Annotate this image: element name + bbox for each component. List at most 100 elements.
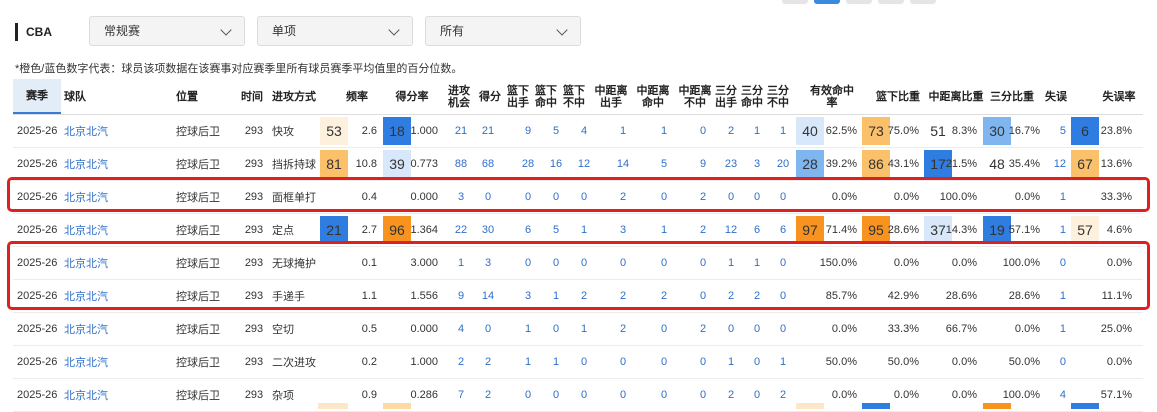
cell-three-fgm[interactable]: 1 xyxy=(747,115,767,147)
cell-three-miss[interactable]: 0 xyxy=(773,247,793,279)
cell-rim-miss[interactable]: 2 xyxy=(574,280,594,312)
cell-mid-fgm[interactable]: 1 xyxy=(654,214,674,246)
cell-points[interactable]: 2 xyxy=(478,346,498,378)
cell-possessions[interactable]: 9 xyxy=(451,280,471,312)
cell-mid-fga[interactable]: 1 xyxy=(613,115,633,147)
cell-points[interactable]: 0 xyxy=(478,181,498,213)
cell-possessions[interactable]: 7 xyxy=(451,379,471,411)
cell-three-fga[interactable]: 2 xyxy=(721,379,741,411)
cell-team[interactable]: 北京北汽 xyxy=(64,148,164,180)
split-select[interactable]: 单项 xyxy=(257,16,413,46)
cell-turnovers[interactable]: 5 xyxy=(1043,115,1069,147)
page-button[interactable] xyxy=(782,0,808,4)
header-three-fgm[interactable]: 三分命中 xyxy=(739,79,765,114)
header-mid-share[interactable]: 中距离比重 xyxy=(921,79,991,114)
cell-mid-fgm[interactable]: 2 xyxy=(654,280,674,312)
cell-team[interactable]: 北京北汽 xyxy=(64,214,164,246)
header-mid-fgm[interactable]: 中距离命中 xyxy=(632,79,674,114)
cell-rim-fgm[interactable]: 1 xyxy=(546,280,566,312)
cell-rim-fga[interactable]: 9 xyxy=(518,115,538,147)
header-ppp[interactable]: 得分率 xyxy=(383,79,441,114)
cell-three-fga[interactable]: 0 xyxy=(721,313,741,345)
cell-three-fgm[interactable]: 3 xyxy=(747,148,767,180)
cell-three-miss[interactable]: 0 xyxy=(773,313,793,345)
cell-rim-fgm[interactable]: 0 xyxy=(546,313,566,345)
cell-rim-miss[interactable]: 12 xyxy=(574,148,594,180)
cell-three-fga[interactable]: 23 xyxy=(721,148,741,180)
header-rim-fga[interactable]: 篮下出手 xyxy=(504,79,532,114)
cell-mid-fga[interactable]: 2 xyxy=(613,313,633,345)
cell-turnovers[interactable]: 1 xyxy=(1043,313,1069,345)
cell-turnovers[interactable]: 0 xyxy=(1043,247,1069,279)
cell-rim-miss[interactable]: 1 xyxy=(574,214,594,246)
cell-turnovers[interactable]: 1 xyxy=(1043,181,1069,213)
header-mid-miss[interactable]: 中距离不中 xyxy=(674,79,716,114)
cell-mid-fgm[interactable]: 0 xyxy=(654,247,674,279)
cell-possessions[interactable]: 21 xyxy=(451,115,471,147)
cell-rim-fga[interactable]: 6 xyxy=(518,214,538,246)
header-three-fga[interactable]: 三分出手 xyxy=(713,79,739,114)
cell-three-fgm[interactable]: 0 xyxy=(747,313,767,345)
cell-team[interactable]: 北京北汽 xyxy=(64,247,164,279)
header-rim-fgm[interactable]: 篮下命中 xyxy=(532,79,560,114)
cell-points[interactable]: 21 xyxy=(478,115,498,147)
cell-possessions[interactable]: 2 xyxy=(451,346,471,378)
cell-rim-fga[interactable]: 1 xyxy=(518,313,538,345)
cell-points[interactable]: 14 xyxy=(478,280,498,312)
cell-three-fga[interactable]: 12 xyxy=(721,214,741,246)
header-frequency[interactable]: 频率 xyxy=(331,79,383,114)
cell-mid-fga[interactable]: 2 xyxy=(613,280,633,312)
header-efg[interactable]: 有效命中率 xyxy=(808,79,856,114)
header-three-miss[interactable]: 三分不中 xyxy=(765,79,791,114)
cell-possessions[interactable]: 4 xyxy=(451,313,471,345)
cell-rim-fgm[interactable]: 0 xyxy=(546,379,566,411)
page-button[interactable] xyxy=(846,0,872,4)
cell-three-miss[interactable]: 0 xyxy=(773,181,793,213)
cell-three-fga[interactable]: 0 xyxy=(721,181,741,213)
cell-turnovers[interactable]: 4 xyxy=(1043,379,1069,411)
cell-rim-fga[interactable]: 0 xyxy=(518,181,538,213)
header-three-share[interactable]: 三分比重 xyxy=(985,79,1039,114)
cell-mid-miss[interactable]: 0 xyxy=(693,247,713,279)
cell-mid-miss[interactable]: 0 xyxy=(693,346,713,378)
cell-mid-miss[interactable]: 0 xyxy=(693,115,713,147)
cell-turnovers[interactable]: 1 xyxy=(1043,214,1069,246)
cell-possessions[interactable]: 1 xyxy=(451,247,471,279)
cell-mid-fgm[interactable]: 0 xyxy=(654,181,674,213)
header-mid-fga[interactable]: 中距离出手 xyxy=(590,79,632,114)
header-rim-miss[interactable]: 篮下不中 xyxy=(560,79,588,114)
cell-mid-fga[interactable]: 0 xyxy=(613,379,633,411)
header-points[interactable]: 得分 xyxy=(476,79,504,114)
cell-rim-fga[interactable]: 0 xyxy=(518,379,538,411)
cell-team[interactable]: 北京北汽 xyxy=(64,280,164,312)
header-time[interactable]: 时间 xyxy=(238,79,266,114)
cell-rim-miss[interactable]: 0 xyxy=(574,379,594,411)
cell-points[interactable]: 2 xyxy=(478,379,498,411)
scope-select[interactable]: 所有 xyxy=(425,16,581,46)
cell-three-fgm[interactable]: 0 xyxy=(747,346,767,378)
cell-rim-fgm[interactable]: 5 xyxy=(546,214,566,246)
cell-rim-fga[interactable]: 0 xyxy=(518,247,538,279)
cell-three-miss[interactable]: 1 xyxy=(773,346,793,378)
cell-team[interactable]: 北京北汽 xyxy=(64,379,164,411)
cell-mid-fgm[interactable]: 5 xyxy=(654,148,674,180)
cell-team[interactable]: 北京北汽 xyxy=(64,181,164,213)
cell-mid-miss[interactable]: 0 xyxy=(693,280,713,312)
cell-rim-miss[interactable]: 4 xyxy=(574,115,594,147)
header-play-type[interactable]: 进攻方式 xyxy=(272,79,338,114)
cell-three-fgm[interactable]: 6 xyxy=(747,214,767,246)
cell-mid-fga[interactable]: 0 xyxy=(613,247,633,279)
header-turnovers[interactable]: 失误 xyxy=(1041,79,1071,114)
cell-team[interactable]: 北京北汽 xyxy=(64,115,164,147)
cell-mid-fga[interactable]: 0 xyxy=(613,346,633,378)
cell-mid-miss[interactable]: 2 xyxy=(693,181,713,213)
cell-points[interactable]: 3 xyxy=(478,247,498,279)
cell-three-fga[interactable]: 2 xyxy=(721,115,741,147)
header-position[interactable]: 位置 xyxy=(176,79,236,114)
cell-rim-miss[interactable]: 1 xyxy=(574,313,594,345)
cell-mid-miss[interactable]: 0 xyxy=(693,379,713,411)
cell-three-miss[interactable]: 0 xyxy=(773,280,793,312)
page-button[interactable] xyxy=(910,0,936,4)
header-possessions[interactable]: 进攻机会 xyxy=(445,79,473,114)
cell-mid-fgm[interactable]: 1 xyxy=(654,115,674,147)
